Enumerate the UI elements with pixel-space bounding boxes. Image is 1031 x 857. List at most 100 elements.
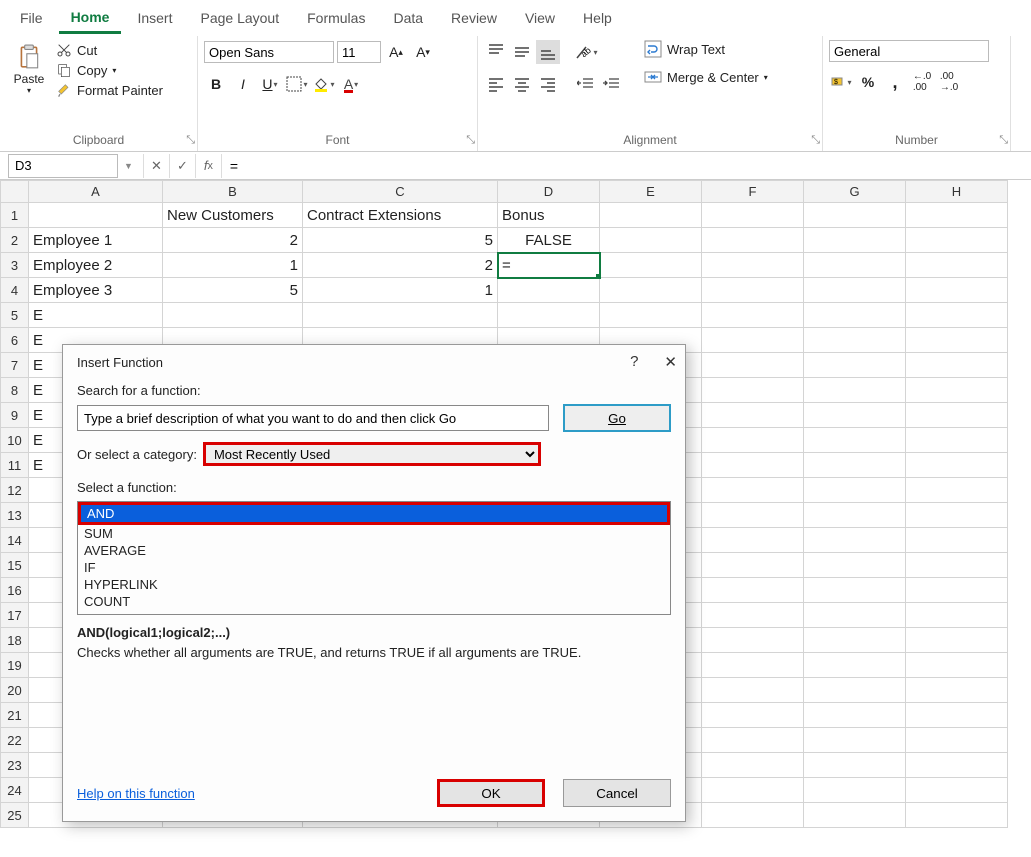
row-header[interactable]: 25	[1, 803, 29, 828]
cell[interactable]: 5	[163, 278, 303, 303]
cell[interactable]: E	[29, 303, 163, 328]
copy-button[interactable]: Copy ▾	[56, 62, 163, 78]
align-middle-icon[interactable]	[510, 40, 534, 64]
function-option-and[interactable]: AND	[78, 502, 670, 525]
tab-insert[interactable]: Insert	[125, 4, 184, 32]
tab-file[interactable]: File	[8, 4, 55, 32]
accounting-format-icon[interactable]: $	[829, 70, 853, 94]
alignment-launcher-icon[interactable]: ⤡	[811, 134, 820, 147]
align-bottom-icon[interactable]	[536, 40, 560, 64]
row-header[interactable]: 23	[1, 753, 29, 778]
number-launcher-icon[interactable]: ⤡	[999, 134, 1008, 147]
category-select[interactable]: Most Recently Used	[203, 442, 541, 466]
increase-indent-icon[interactable]	[600, 72, 624, 96]
row-header[interactable]: 8	[1, 378, 29, 403]
increase-font-icon[interactable]: A▴	[384, 40, 408, 64]
row-header[interactable]: 19	[1, 653, 29, 678]
tab-page-layout[interactable]: Page Layout	[188, 4, 291, 32]
cell[interactable]	[498, 278, 600, 303]
align-right-icon[interactable]	[536, 72, 560, 96]
function-option-if[interactable]: IF	[78, 559, 670, 576]
function-option-max[interactable]: MAX	[78, 610, 670, 615]
row-header[interactable]: 1	[1, 203, 29, 228]
align-center-icon[interactable]	[510, 72, 534, 96]
function-option-sum[interactable]: SUM	[78, 525, 670, 542]
formula-input[interactable]	[221, 154, 1031, 178]
col-header-d[interactable]: D	[498, 181, 600, 203]
col-header-h[interactable]: H	[906, 181, 1008, 203]
decrease-indent-icon[interactable]	[574, 72, 598, 96]
function-option-average[interactable]: AVERAGE	[78, 542, 670, 559]
row-header[interactable]: 16	[1, 578, 29, 603]
row-header[interactable]: 6	[1, 328, 29, 353]
row-header[interactable]: 18	[1, 628, 29, 653]
col-header-e[interactable]: E	[600, 181, 702, 203]
tab-review[interactable]: Review	[439, 4, 509, 32]
enter-formula-icon[interactable]: ✓	[169, 154, 195, 178]
cancel-formula-icon[interactable]: ✕	[143, 154, 169, 178]
cell[interactable]: 5	[303, 228, 498, 253]
format-painter-button[interactable]: Format Painter	[56, 82, 163, 98]
row-header[interactable]: 17	[1, 603, 29, 628]
go-button[interactable]: Go	[563, 404, 671, 432]
cell[interactable]: 2	[303, 253, 498, 278]
row-header[interactable]: 13	[1, 503, 29, 528]
row-header[interactable]: 7	[1, 353, 29, 378]
function-option-count[interactable]: COUNT	[78, 593, 670, 610]
dialog-close-icon[interactable]: ✕	[664, 353, 677, 371]
search-function-input[interactable]	[77, 405, 549, 431]
row-header[interactable]: 10	[1, 428, 29, 453]
comma-format-icon[interactable]: ,	[883, 70, 907, 94]
cancel-button[interactable]: Cancel	[563, 779, 671, 807]
tab-data[interactable]: Data	[381, 4, 435, 32]
border-button[interactable]	[285, 72, 309, 96]
row-header[interactable]: 15	[1, 553, 29, 578]
decrease-font-icon[interactable]: A▾	[411, 40, 435, 64]
cut-button[interactable]: Cut	[56, 42, 163, 58]
insert-function-icon[interactable]: fx	[195, 154, 221, 178]
tab-home[interactable]: Home	[59, 3, 122, 34]
function-listbox[interactable]: AND SUM AVERAGE IF HYPERLINK COUNT MAX	[77, 501, 671, 615]
row-header[interactable]: 21	[1, 703, 29, 728]
underline-button[interactable]: U	[258, 72, 282, 96]
increase-decimal-icon[interactable]: ←.0.00	[910, 70, 934, 94]
cell[interactable]: 1	[303, 278, 498, 303]
row-header[interactable]: 9	[1, 403, 29, 428]
fill-color-button[interactable]	[312, 72, 336, 96]
tab-help[interactable]: Help	[571, 4, 624, 32]
col-header-g[interactable]: G	[804, 181, 906, 203]
cell[interactable]: Contract Extensions	[303, 203, 498, 228]
name-box[interactable]	[8, 154, 118, 178]
decrease-decimal-icon[interactable]: .00→.0	[937, 70, 961, 94]
paste-button[interactable]: Paste ▾	[6, 40, 52, 95]
cell[interactable]	[29, 203, 163, 228]
font-size-select[interactable]	[337, 41, 381, 63]
cell[interactable]: Employee 2	[29, 253, 163, 278]
ok-button[interactable]: OK	[437, 779, 545, 807]
font-color-button[interactable]: A	[339, 72, 363, 96]
row-header[interactable]: 2	[1, 228, 29, 253]
merge-center-button[interactable]: Merge & Center ▾	[644, 68, 768, 86]
row-header[interactable]: 3	[1, 253, 29, 278]
row-header[interactable]: 14	[1, 528, 29, 553]
active-cell[interactable]: =	[498, 253, 600, 278]
row-header[interactable]: 24	[1, 778, 29, 803]
col-header-f[interactable]: F	[702, 181, 804, 203]
row-header[interactable]: 22	[1, 728, 29, 753]
cell[interactable]: Employee 3	[29, 278, 163, 303]
row-header[interactable]: 20	[1, 678, 29, 703]
orientation-button[interactable]: ab	[574, 40, 598, 64]
font-family-select[interactable]	[204, 41, 334, 63]
cell[interactable]: Bonus	[498, 203, 600, 228]
percent-format-icon[interactable]: %	[856, 70, 880, 94]
wrap-text-button[interactable]: Wrap Text	[644, 40, 768, 58]
tab-view[interactable]: View	[513, 4, 567, 32]
cell[interactable]: Employee 1	[29, 228, 163, 253]
col-header-c[interactable]: C	[303, 181, 498, 203]
help-link[interactable]: Help on this function	[77, 786, 195, 801]
tab-formulas[interactable]: Formulas	[295, 4, 377, 32]
font-launcher-icon[interactable]: ⤡	[466, 134, 475, 147]
col-header-b[interactable]: B	[163, 181, 303, 203]
align-top-icon[interactable]	[484, 40, 508, 64]
align-left-icon[interactable]	[484, 72, 508, 96]
